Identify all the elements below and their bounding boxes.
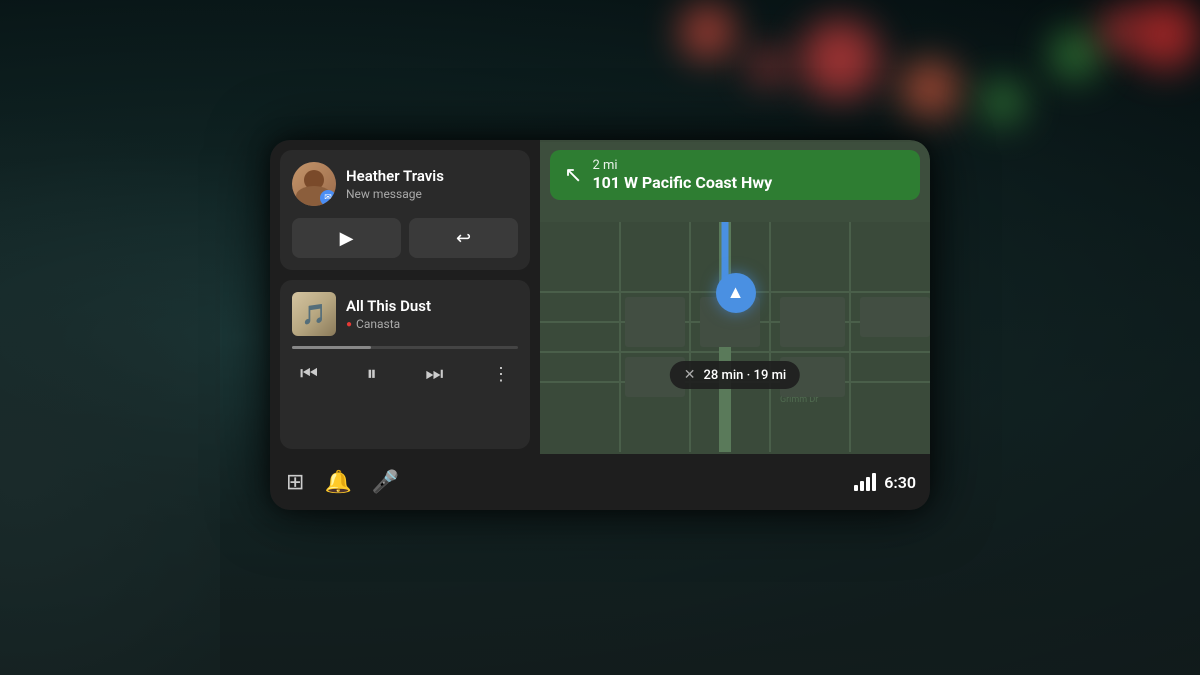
eta-text: 28 min · 19 mi: [704, 368, 787, 383]
music-controls: ⏮ ⏸ ⏭ ⋮: [292, 359, 518, 390]
message-actions: ▶ ↩: [292, 218, 518, 258]
more-options-button[interactable]: ⋮: [484, 360, 518, 389]
progress-bar[interactable]: [292, 346, 518, 349]
bottom-nav-right: 6:30: [854, 473, 916, 492]
music-title: All This Dust: [346, 297, 518, 315]
aa-map-panel: Dunmore Dr Grimm Dr ↖ 2 mi 101 W Pacific: [540, 140, 930, 454]
avatar: ✉: [292, 162, 336, 206]
nav-distance: 2 mi: [592, 158, 772, 173]
message-card: ✉ Heather Travis New message ▶ ↩: [280, 150, 530, 270]
music-artist-name: Canasta: [356, 317, 400, 331]
location-indicator: ▲: [716, 273, 756, 313]
aa-left-panel: ✉ Heather Travis New message ▶ ↩: [270, 140, 540, 454]
android-auto-screen: ✉ Heather Travis New message ▶ ↩: [270, 140, 930, 510]
music-header: 🎵 All This Dust ● Canasta: [292, 292, 518, 336]
nav-road-name: 101 W Pacific Coast Hwy: [592, 173, 772, 192]
signal-bars: [854, 473, 876, 491]
prev-track-button[interactable]: ⏮: [292, 359, 326, 390]
aa-display: ✉ Heather Travis New message ▶ ↩: [270, 140, 930, 510]
message-info: Heather Travis New message: [346, 167, 518, 201]
turn-arrow-icon: ↖: [564, 163, 582, 188]
eta-banner: ✕ 28 min · 19 mi: [670, 361, 800, 389]
message-badge: ✉: [320, 190, 336, 206]
signal-bar-1: [854, 485, 858, 491]
mic-icon[interactable]: 🎤: [372, 470, 399, 495]
nav-info: 2 mi 101 W Pacific Coast Hwy: [592, 158, 772, 192]
music-source-icon: ●: [346, 319, 352, 330]
navigation-header: ↖ 2 mi 101 W Pacific Coast Hwy: [550, 150, 920, 200]
eta-close-icon[interactable]: ✕: [684, 367, 696, 383]
next-track-button[interactable]: ⏭: [417, 359, 451, 390]
music-card: 🎵 All This Dust ● Canasta ⏮: [280, 280, 530, 449]
clock-display: 6:30: [884, 473, 916, 492]
signal-bar-4: [872, 473, 876, 491]
location-arrow-icon: ▲: [727, 282, 745, 303]
signal-bar-2: [860, 481, 864, 491]
location-outer-ring: ▲: [716, 273, 756, 313]
message-badge-icon: ✉: [324, 193, 332, 203]
play-message-button[interactable]: ▶: [292, 218, 401, 258]
message-sender: Heather Travis: [346, 167, 518, 185]
bell-icon[interactable]: 🔔: [324, 470, 351, 495]
bottom-nav-bar: ⊞ 🔔 🎤 6:30: [270, 454, 930, 510]
grid-icon[interactable]: ⊞: [286, 470, 304, 495]
steering-wheel-area: [0, 0, 220, 675]
music-info: All This Dust ● Canasta: [346, 297, 518, 331]
aa-main-content: ✉ Heather Travis New message ▶ ↩: [270, 140, 930, 454]
reply-message-button[interactable]: ↩: [409, 218, 518, 258]
pause-button[interactable]: ⏸: [359, 359, 385, 390]
progress-fill: [292, 346, 371, 349]
music-artist: ● Canasta: [346, 317, 518, 331]
message-subtitle: New message: [346, 187, 518, 201]
message-subtitle-text: New message: [346, 187, 422, 201]
album-art: 🎵: [292, 292, 336, 336]
message-header: ✉ Heather Travis New message: [292, 162, 518, 206]
signal-bar-3: [866, 477, 870, 491]
bottom-nav-left: ⊞ 🔔 🎤: [286, 470, 399, 495]
